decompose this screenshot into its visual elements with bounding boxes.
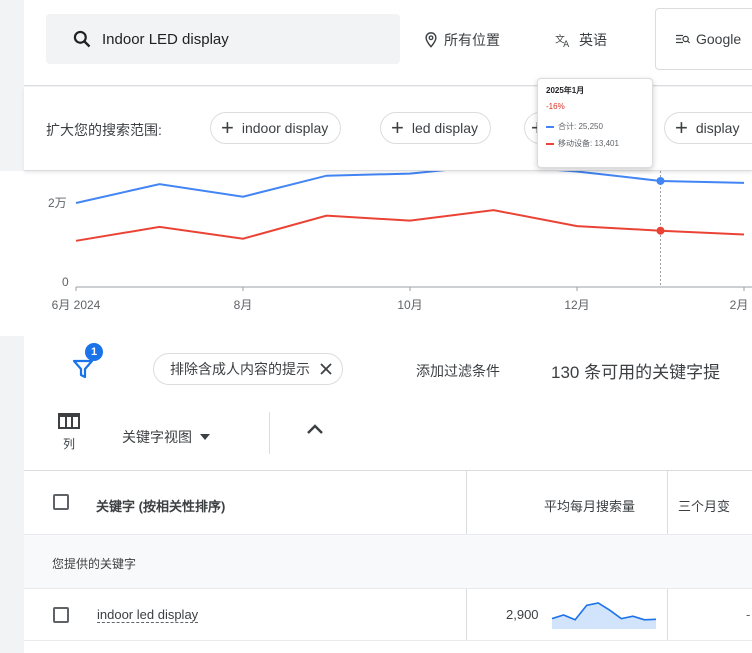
filter-count-badge: 1 xyxy=(85,343,103,361)
total-swatch xyxy=(546,125,554,128)
select-all-checkbox[interactable] xyxy=(53,494,69,510)
keyword-count: 130 条可用的关键字提 xyxy=(551,363,721,382)
keyword-table: 关键字 (按相关性排序) 平均每月搜索量 三个月变 您提供的关键字 indoor… xyxy=(24,471,752,653)
network-selector[interactable]: Google xyxy=(655,8,752,70)
keyword-view-dropdown[interactable]: 关键字视图 xyxy=(122,427,210,447)
add-filter-button[interactable]: 添加过滤条件 xyxy=(416,361,500,381)
row-checkbox[interactable] xyxy=(53,607,69,623)
tooltip-mobile: 移动设备: 13,401 xyxy=(558,139,619,148)
hover-point xyxy=(656,176,665,185)
y-tick-label: 0 xyxy=(62,275,69,289)
chip-label: display xyxy=(695,120,740,136)
keyword-cell[interactable]: indoor led display xyxy=(97,607,199,623)
tooltip-mobile-row: 移动设备: 13,401 xyxy=(546,138,644,149)
broaden-search-label: 扩大您的搜索范围: xyxy=(46,122,162,138)
plus-icon: + xyxy=(391,115,404,140)
filter-bar: 1 排除含成人内容的提示 添加过滤条件 130 条可用的关键字提 列 关键字视图 xyxy=(24,336,752,471)
filter-button[interactable] xyxy=(72,358,94,385)
tooltip-total: 合计: 25,250 xyxy=(558,122,603,131)
search-network-icon xyxy=(676,34,690,44)
y-tick-label: 2万 xyxy=(48,196,67,210)
filter-chip-exclude-adult[interactable]: 排除含成人内容的提示 xyxy=(153,353,343,385)
series-line-total xyxy=(75,171,745,204)
column-divider xyxy=(667,589,668,640)
language-label: 英语 xyxy=(579,32,607,48)
collapse-chart-button[interactable] xyxy=(306,422,324,440)
tooltip-date: 2025年1月 xyxy=(546,86,585,95)
toolbar-divider xyxy=(269,412,270,454)
table-header-row: 关键字 (按相关性排序) 平均每月搜索量 三个月变 xyxy=(24,471,752,535)
search-icon xyxy=(73,30,91,48)
svg-text:A: A xyxy=(563,40,569,48)
column-divider xyxy=(667,471,668,534)
three-month-change-cell: - xyxy=(746,607,751,622)
search-volume-chart: 0 2万 6月 2024 8月 10月 12月 2月 2 xyxy=(0,171,752,336)
search-toolbar: Indoor LED display 所有位置 文A 英语 Google xyxy=(24,0,752,86)
search-query: Indoor LED display xyxy=(102,30,229,48)
header-avg-monthly-searches[interactable]: 平均每月搜索量 xyxy=(544,496,635,515)
tooltip-change: -16% xyxy=(546,102,565,111)
broaden-chip-indoor-display[interactable]: + indoor display xyxy=(210,112,342,144)
columns-icon xyxy=(58,413,80,429)
dropdown-arrow-icon xyxy=(200,434,210,440)
header-keyword[interactable]: 关键字 (按相关性排序) xyxy=(96,496,225,515)
column-divider xyxy=(466,589,467,640)
plus-icon: + xyxy=(675,115,688,140)
chart-tooltip: 2025年1月 -16% 合计: 25,250 移动设备: 13,401 xyxy=(537,78,653,168)
x-tick-label: 2月 2 xyxy=(730,298,752,312)
language-selector[interactable]: 文A 英语 xyxy=(555,30,607,50)
columns-label: 列 xyxy=(62,437,75,451)
column-divider xyxy=(466,471,467,534)
avg-searches-cell: 2,900 xyxy=(506,607,539,622)
keyword-planner-page: Indoor LED display 所有位置 文A 英语 Google 扩大您… xyxy=(0,0,752,653)
translate-icon: 文A xyxy=(555,33,569,48)
hover-point xyxy=(656,226,665,235)
group-label: 您提供的关键字 xyxy=(52,557,137,571)
broaden-chip-led-display[interactable]: + led display xyxy=(380,112,492,144)
trend-sparkline xyxy=(552,602,656,629)
tooltip-total-row: 合计: 25,250 xyxy=(546,121,644,132)
mobile-swatch xyxy=(546,142,554,145)
table-row: indoor led display 2,900 - xyxy=(24,589,752,641)
x-tick-label: 12月 xyxy=(564,298,589,312)
close-icon[interactable] xyxy=(320,363,332,375)
chip-label: indoor display xyxy=(241,120,329,136)
search-input[interactable]: Indoor LED display xyxy=(46,14,400,64)
keyword-view-label: 关键字视图 xyxy=(122,429,192,445)
filter-icon xyxy=(72,359,94,379)
location-selector[interactable]: 所有位置 xyxy=(424,30,500,50)
broaden-chip-display[interactable]: + display xyxy=(664,112,752,144)
columns-button[interactable]: 列 xyxy=(58,413,80,452)
location-pin-icon xyxy=(425,32,437,48)
chip-label: led display xyxy=(411,120,479,136)
header-three-month-change[interactable]: 三个月变 xyxy=(678,496,730,515)
x-tick-label: 6月 2024 xyxy=(52,298,101,312)
x-tick-label: 8月 xyxy=(234,298,253,312)
plus-icon: + xyxy=(221,115,234,140)
location-label: 所有位置 xyxy=(444,32,500,48)
chevron-up-icon xyxy=(307,424,323,434)
x-tick-label: 10月 xyxy=(397,298,422,312)
group-header-row: 您提供的关键字 xyxy=(24,535,752,589)
search-volume-chart-svg: 0 2万 6月 2024 8月 10月 12月 2月 2 xyxy=(48,171,752,312)
network-label: Google xyxy=(696,31,742,47)
series-line-mobile xyxy=(75,209,745,242)
filter-chip-label: 排除含成人内容的提示 xyxy=(170,361,310,377)
